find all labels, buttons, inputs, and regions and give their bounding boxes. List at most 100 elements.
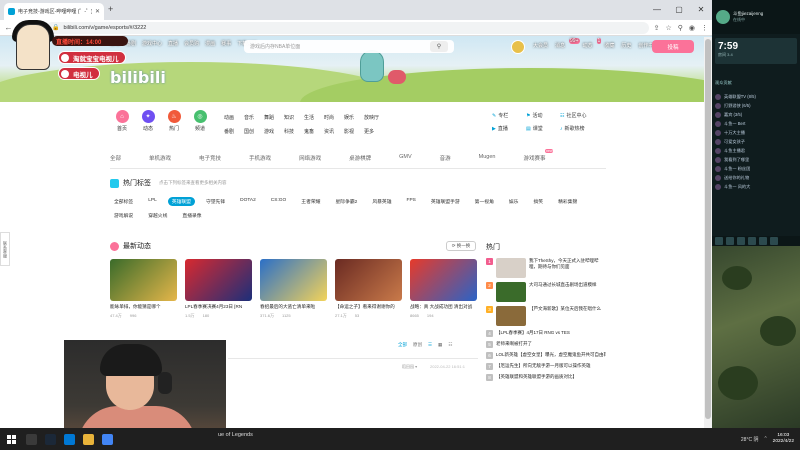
list-filter-option[interactable]: 全部 [398,342,407,348]
close-window-button[interactable]: ✕ [690,0,712,18]
tag-chip[interactable]: 直播录像 [178,211,205,220]
side-link[interactable]: ☷ 社区中心 [560,112,594,119]
panel-list-item[interactable]: 斗鱼一 粉丝团 [715,164,797,173]
tag-chip[interactable]: 王者荣耀 [297,197,324,206]
video-thumbnail[interactable] [410,259,477,301]
hot-title[interactable]: 【英雄联盟和英雄联盟手游的画质对比】 [496,374,577,380]
tag-chip[interactable]: LPL [144,197,161,206]
category-link[interactable]: 放映厅 [364,114,384,121]
search-icon[interactable]: ⚲ [430,41,448,52]
video-card[interactable]: 【命运之子】看来得谢谢你的 27.1万 53 [335,259,402,319]
category-link[interactable]: 鬼畜 [304,128,324,135]
panel-tool-icon[interactable] [715,237,723,245]
panel-list-item[interactable]: 斗鱼主播君 [715,146,797,155]
tag-chip[interactable]: 穿越火线 [144,211,171,220]
tag-chip[interactable]: CS:GO [267,197,290,206]
active-tab[interactable]: 电子竞技-游戏区-哔哩哔哩 (゜-゜) ✕ [4,3,104,20]
hot-title[interactable]: 老师来啊被打开了 [496,341,532,347]
hot-title[interactable]: 【LPL春季赛】4月17日 RNG vs TES [496,330,570,336]
tag-chip[interactable]: 第一视角 [471,197,498,206]
video-thumbnail[interactable] [110,259,177,301]
video-card[interactable]: 能咏单排，你能猜是哪个 47.4万 996 [110,259,177,319]
search-input[interactable]: 游戏后内存NBA单位面 [250,43,430,50]
hot-item[interactable]: 2 大司马通过长城直击剧场出道模样 [486,282,606,302]
hot-item[interactable]: 4 【LPL春季赛】4月17日 RNG vs TES [486,330,606,337]
sub-tab[interactable]: 游戏赛事 new [523,149,559,162]
sub-tab[interactable]: GMV [399,154,426,162]
list-filter-option[interactable]: ▦ [438,342,442,348]
hot-item[interactable]: 8 【英雄联盟和英雄联盟手游的画质对比】 [486,374,606,381]
new-tab-button[interactable]: + [108,4,113,14]
hot-item[interactable]: 3 【芦文海新歌】某位天后我在唱什么 [486,306,606,326]
taskbar-app-label[interactable]: ue of Legends [218,432,253,438]
nav-channel[interactable]: ◎ 频道 [192,110,208,132]
category-link[interactable]: 舞蹈 [264,114,284,121]
top-nav-item[interactable]: 赛事 [221,40,231,47]
extensions-icon[interactable]: ⚲ [678,24,683,32]
hot-title[interactable]: 大司马通过长城直击剧场出道模样 [529,282,597,288]
sub-tab[interactable]: 电子竞技 [199,154,235,162]
top-nav-item[interactable]: 漫画 [205,40,215,47]
share-icon[interactable]: ⇪ [654,24,660,32]
edge-icon[interactable] [64,433,75,445]
user-avatar[interactable] [511,40,525,54]
tag-chip[interactable]: 游戏解说 [110,211,137,220]
category-link[interactable]: 时尚 [324,114,344,121]
category-link[interactable]: 知识 [284,114,304,121]
user-menu-item[interactable]: 大会员 [533,42,548,49]
bilibili-logo[interactable]: bilibili [110,68,166,87]
menu-icon[interactable]: ⋮ [701,24,708,32]
category-link[interactable]: 动画 [224,114,244,121]
panel-list-item[interactable]: 英雄联盟TV (8/5) [715,92,797,101]
video-title[interactable]: LPL春季赛决赛4月23日 [RN [185,304,252,310]
panel-tool-icon[interactable] [726,237,734,245]
sub-tab[interactable]: 网络游戏 [299,154,335,162]
list-meta[interactable]: 稻田园 ▾ [402,364,417,370]
category-link[interactable]: 影视 [344,128,364,135]
close-tab-icon[interactable]: ✕ [95,8,100,15]
side-link[interactable]: ✎ 专栏 [492,112,526,119]
bookmark-star-icon[interactable]: ☆ [665,24,671,32]
video-thumbnail[interactable] [260,259,327,301]
sub-tab[interactable]: 手机游戏 [249,154,285,162]
chrome-icon[interactable] [102,433,113,445]
top-nav-item[interactable]: 游戏中心 [142,40,162,47]
tray-arrow-icon[interactable]: ⌃ [763,436,767,442]
upload-button[interactable]: 投稿 [652,40,694,53]
category-link[interactable]: 音乐 [244,114,264,121]
search-box[interactable]: 游戏后内存NBA单位面 ⚲ [244,40,454,53]
panel-list-item[interactable]: 打野游侠 (6/5) [715,101,797,110]
hot-title[interactable]: LOL新英雄【虚空女皇】曝光，虚空魔鬼鱼开共可自由转生你打野真魂 [496,352,606,358]
list-filter-option[interactable]: ☰ [428,342,432,348]
user-menu-item[interactable]: 消息99+ [555,38,580,49]
sub-tab[interactable]: 音游 [440,154,465,162]
category-link[interactable]: 生活 [304,114,324,121]
minimize-button[interactable]: — [646,0,668,18]
hot-item[interactable]: 5 老师来啊被打开了 [486,341,606,348]
nav-home[interactable]: ⌂ 首页 [114,110,130,132]
tag-chip[interactable]: 守望先锋 [202,197,229,206]
top-nav-item[interactable]: 会员购 [184,40,199,47]
nav-dynamic[interactable]: ✦ 动态 [140,110,156,132]
category-link[interactable]: 游戏 [264,128,284,135]
panel-tool-icon[interactable] [737,237,745,245]
start-button[interactable] [0,428,22,450]
video-card[interactable]: 战略：真 大战成功团 清出对战 8665 194 [410,259,477,319]
category-link[interactable]: 娱乐 [344,114,364,121]
user-menu-item[interactable]: 历史 [621,42,631,49]
tag-chip[interactable]: 精彩集锦 [554,197,581,206]
tag-chip[interactable]: 搞笑 [529,197,547,206]
video-card[interactable]: 春招最后的大逃亡清单来啦 371.6万 1125 [260,259,327,319]
tag-chip[interactable]: 风暴英雄 [368,197,395,206]
tag-chip[interactable]: DOTA2 [236,197,260,206]
panel-list-item[interactable]: 嘉宾 (3/5) [715,110,797,119]
category-link[interactable]: 科技 [284,128,304,135]
side-link[interactable]: ▶ 直播 [492,125,526,132]
profile-icon[interactable]: ◉ [689,24,695,32]
tag-chip[interactable]: 英雄联盟手游 [427,197,464,206]
search-taskbar-icon[interactable] [26,433,37,445]
video-thumbnail[interactable] [335,259,402,301]
tag-chip[interactable]: FPS [403,197,420,206]
side-link[interactable]: ▤ 课堂 [526,125,560,132]
panel-avatar[interactable] [716,10,730,24]
